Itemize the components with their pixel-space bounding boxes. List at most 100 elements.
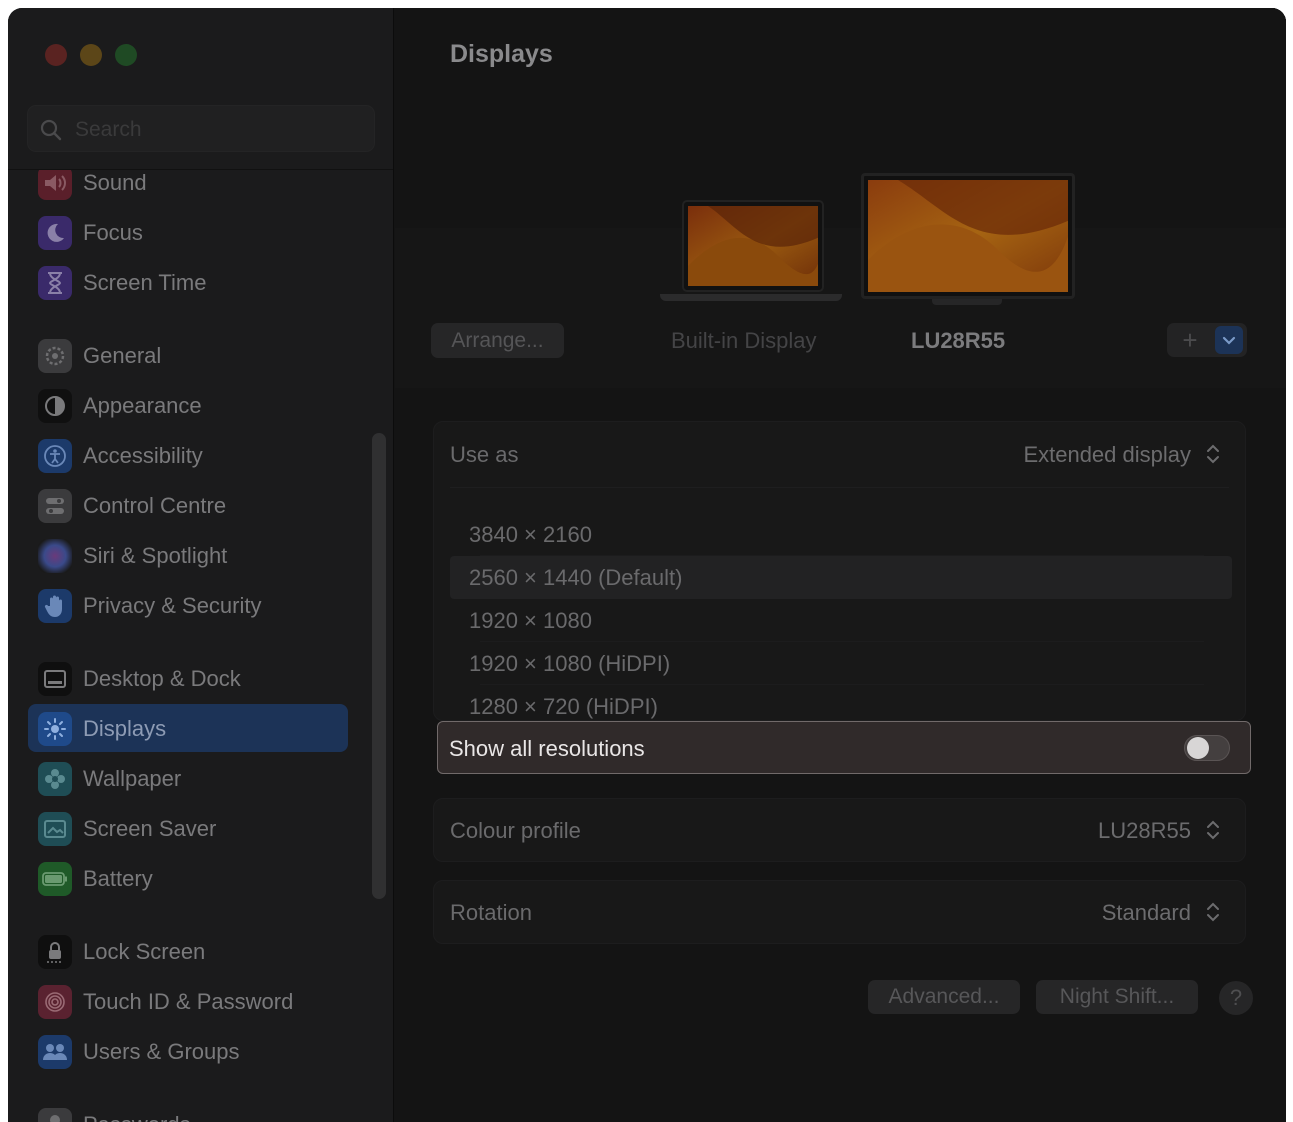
colour-profile-label: Colour profile (450, 818, 581, 843)
laptop-base (660, 294, 842, 301)
hourglass-icon (38, 266, 72, 300)
close-window-button[interactable] (45, 44, 67, 66)
colour-profile-row: Colour profile LU28R55 (433, 798, 1246, 862)
sidebar-item-label: Siri & Spotlight (83, 543, 228, 568)
settings-window: Sound Focus Screen Time General (8, 8, 1286, 1122)
lock-icon (38, 935, 72, 969)
accessibility-icon (38, 439, 72, 473)
show-all-resolutions-toggle[interactable] (1184, 735, 1230, 761)
sidebar-item-label: Passwords (83, 1112, 191, 1122)
wallpaper-image (688, 206, 818, 286)
builtin-display-thumbnail[interactable] (682, 200, 824, 292)
screensaver-icon (38, 812, 72, 846)
sidebar-item-appearance[interactable]: Appearance (28, 381, 348, 429)
moon-icon (38, 216, 72, 250)
hand-icon (38, 589, 72, 623)
use-as-label: Use as (450, 442, 519, 467)
fingerprint-icon (38, 985, 72, 1019)
sidebar-item-siri-spotlight[interactable]: Siri & Spotlight (28, 531, 348, 579)
arrange-button[interactable]: Arrange... (431, 323, 564, 358)
rotation-value[interactable]: Standard (1102, 900, 1191, 926)
show-all-resolutions-row: Show all resolutions (437, 721, 1251, 774)
toggle-knob (1187, 737, 1209, 759)
up-down-chevron-icon[interactable] (1205, 442, 1221, 466)
dock-icon (38, 662, 72, 696)
sidebar-item-displays[interactable]: Displays (28, 704, 348, 752)
sidebar-item-passwords[interactable]: Passwords (28, 1100, 348, 1122)
resolution-option[interactable]: 1920 × 1080 (450, 599, 1232, 642)
key-icon (38, 1108, 72, 1122)
search-field[interactable] (27, 105, 375, 152)
add-display-menu-button[interactable] (1215, 326, 1243, 354)
monitor-stand (932, 299, 1002, 305)
sidebar-item-label: Touch ID & Password (83, 989, 294, 1014)
resolution-option-selected[interactable]: 2560 × 1440 (Default) (450, 556, 1232, 599)
sidebar-item-label: Desktop & Dock (83, 666, 241, 691)
colour-profile-value[interactable]: LU28R55 (1098, 818, 1191, 844)
external-display-label[interactable]: LU28R55 (911, 328, 1005, 354)
display-settings-panel: Use as Extended display 3840 × 2160 2560… (433, 421, 1246, 721)
chevron-down-icon (1222, 336, 1236, 345)
rotation-row: Rotation Standard (433, 880, 1246, 944)
use-as-value[interactable]: Extended display (1023, 442, 1191, 468)
sidebar-item-control-centre[interactable]: Control Centre (28, 481, 348, 529)
sidebar-item-lock-screen[interactable]: Lock Screen (28, 927, 348, 975)
search-input[interactable] (75, 116, 355, 144)
help-button[interactable]: ? (1219, 981, 1253, 1015)
switches-icon (38, 489, 72, 523)
sidebar-item-users-groups[interactable]: Users & Groups (28, 1027, 348, 1075)
sidebar-item-label: Privacy & Security (83, 593, 262, 618)
sidebar-item-screen-time[interactable]: Screen Time (28, 258, 348, 306)
sidebar-item-label: Focus (83, 220, 143, 245)
sidebar-item-label: Wallpaper (83, 766, 182, 791)
search-icon (40, 119, 62, 141)
appearance-icon (38, 389, 72, 423)
sidebar-scrollbar[interactable] (372, 433, 386, 899)
night-shift-button[interactable]: Night Shift... (1036, 980, 1198, 1014)
sidebar-item-desktop-dock[interactable]: Desktop & Dock (28, 654, 348, 702)
sidebar-item-screen-saver[interactable]: Screen Saver (28, 804, 348, 852)
sidebar-item-label: Users & Groups (83, 1039, 240, 1064)
sidebar-item-privacy-security[interactable]: Privacy & Security (28, 581, 348, 629)
sidebar-item-label: Accessibility (83, 443, 203, 468)
gear-icon (38, 339, 72, 373)
sidebar-item-label: Battery (83, 866, 153, 891)
minimize-window-button[interactable] (80, 44, 102, 66)
sidebar-item-label: Screen Saver (83, 816, 217, 841)
zoom-window-button[interactable] (115, 44, 137, 66)
resolution-option[interactable]: 3840 × 2160 (450, 513, 1232, 556)
siri-icon (38, 539, 72, 573)
advanced-button[interactable]: Advanced... (868, 980, 1020, 1014)
sidebar-item-general[interactable]: General (28, 331, 348, 379)
sidebar-item-label: Displays (83, 716, 167, 741)
flower-icon (38, 762, 72, 796)
sidebar-list: Sound Focus Screen Time General Appearan… (8, 170, 394, 1122)
external-display-thumbnail[interactable] (861, 173, 1075, 299)
sidebar: Sound Focus Screen Time General (8, 8, 394, 1122)
sidebar-item-label: Sound (83, 170, 147, 195)
up-down-chevron-icon[interactable] (1205, 818, 1221, 842)
sidebar-item-label: Control Centre (83, 493, 227, 518)
sidebar-item-focus[interactable]: Focus (28, 208, 348, 256)
sidebar-item-touch-id[interactable]: Touch ID & Password (28, 977, 348, 1025)
page-title: Displays (450, 40, 553, 68)
sidebar-item-label: Lock Screen (83, 939, 206, 964)
up-down-chevron-icon[interactable] (1205, 900, 1221, 924)
brightness-icon (38, 712, 72, 746)
add-display-button[interactable]: + (1167, 323, 1213, 357)
wallpaper-image (868, 180, 1068, 292)
battery-icon (38, 862, 72, 896)
sidebar-item-battery[interactable]: Battery (28, 854, 348, 902)
sidebar-item-accessibility[interactable]: Accessibility (28, 431, 348, 479)
sidebar-item-wallpaper[interactable]: Wallpaper (28, 754, 348, 802)
show-all-resolutions-label: Show all resolutions (449, 736, 645, 761)
builtin-display-label[interactable]: Built-in Display (671, 328, 817, 354)
add-display-group: + (1167, 323, 1247, 357)
speaker-icon (38, 170, 72, 200)
sidebar-item-sound[interactable]: Sound (28, 170, 348, 206)
sidebar-item-label: General (83, 343, 162, 368)
resolution-option[interactable]: 1920 × 1080 (HiDPI) (450, 642, 1232, 685)
sidebar-item-label: Appearance (83, 393, 202, 418)
rotation-label: Rotation (450, 900, 532, 925)
main-pane: Displays Arrange... Built-in Display LU2… (395, 8, 1286, 1122)
